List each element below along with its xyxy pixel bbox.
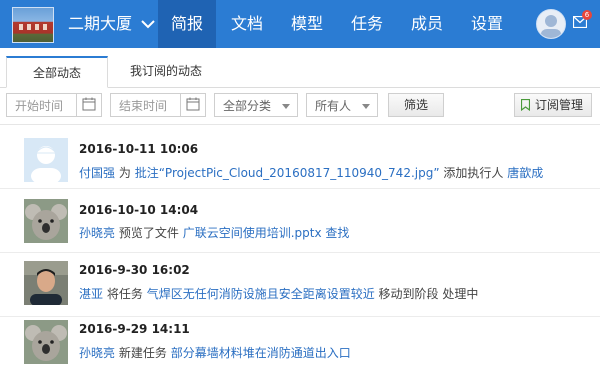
feed-description: 湛亚 将任务 气焊区无任何消防设施且安全距离设置较近 移动到阶段 处理中 <box>79 285 478 302</box>
dropdown-arrow-icon <box>282 104 290 109</box>
feed-description: 孙晓亮 新建任务 部分幕墙材料堆在消防通道出入口 <box>79 344 351 361</box>
feed-time: 2016-9-30 16:02 <box>79 263 190 277</box>
tab-all-activity[interactable]: 全部动态 <box>6 56 108 88</box>
feed-text: 添加执行人 <box>443 166 504 180</box>
koala-image <box>24 320 68 364</box>
feed-time: 2016-10-10 14:04 <box>79 203 199 217</box>
project-name[interactable]: 二期大厦 <box>68 0 132 48</box>
calendar-icon[interactable] <box>180 94 205 116</box>
filter-bar: 开始时间 结束时间 全部分类 所有人 筛选 订阅管理 <box>0 88 600 125</box>
person-avatar[interactable] <box>24 261 68 305</box>
feed-text: 新建任务 <box>118 346 167 360</box>
feed-item: 2016-10-11 10:06 付国强 为 批注“ProjectPic_Clo… <box>0 125 600 189</box>
feed-text: 移动到阶段 处理中 <box>378 287 479 301</box>
nav-briefing[interactable]: 简报 <box>158 0 216 48</box>
nav-settings[interactable]: 设置 <box>458 0 516 48</box>
top-navbar: 二期大厦 简报 文档 模型 任务 成员 设置 6 <box>0 0 600 48</box>
filter-button[interactable]: 筛选 <box>388 93 444 117</box>
koala-image <box>24 199 68 243</box>
feed-description: 孙晓亮 预览了文件 广联云空间使用培训.pptx 查找 <box>79 224 349 241</box>
feed-task-link[interactable]: 部分幕墙材料堆在消防通道出入口 <box>171 346 351 360</box>
user-avatar[interactable] <box>536 9 566 39</box>
feed-text: 将任务 <box>106 287 143 301</box>
user-icon <box>541 15 561 38</box>
dropdown-arrow-icon <box>362 104 370 109</box>
default-user-avatar[interactable] <box>24 138 68 182</box>
feed-time: 2016-10-11 10:06 <box>79 142 199 156</box>
tab-subscribed-activity[interactable]: 我订阅的动态 <box>118 56 214 86</box>
feed-item: 2016-9-30 16:02 湛亚 将任务 气焊区无任何消防设施且安全距离设置… <box>0 253 600 317</box>
activity-tabs: 全部动态 我订阅的动态 <box>0 48 600 88</box>
feed-description: 付国强 为 批注“ProjectPic_Cloud_20160817_11094… <box>79 164 543 181</box>
feed-assignee-link[interactable]: 唐歆成 <box>507 166 543 180</box>
feed-action-link[interactable]: 批注 <box>135 166 159 180</box>
feed-user-link[interactable]: 湛亚 <box>79 287 103 301</box>
feed-user-link[interactable]: 孙晓亮 <box>79 226 115 240</box>
feed-user-link[interactable]: 付国强 <box>79 166 115 180</box>
person-photo <box>24 261 68 305</box>
koala-avatar[interactable] <box>24 199 68 243</box>
feed-target-link[interactable]: “ProjectPic_Cloud_20160817_110940_742.jp… <box>159 166 440 180</box>
calendar-icon[interactable] <box>76 94 101 116</box>
start-time-placeholder: 开始时间 <box>15 99 64 113</box>
owner-value: 所有人 <box>315 99 352 113</box>
feed-user-link[interactable]: 孙晓亮 <box>79 346 115 360</box>
end-time-placeholder: 结束时间 <box>119 99 168 113</box>
user-icon <box>31 146 61 182</box>
category-select[interactable]: 全部分类 <box>214 93 298 117</box>
koala-avatar[interactable] <box>24 320 68 364</box>
nav-documents[interactable]: 文档 <box>218 0 276 48</box>
feed-target-link[interactable]: 广联云空间使用培训.pptx <box>183 226 322 240</box>
end-time-field[interactable]: 结束时间 <box>110 93 206 117</box>
category-value: 全部分类 <box>223 99 272 113</box>
project-logo[interactable] <box>12 7 54 43</box>
feed-find-link[interactable]: 查找 <box>325 226 349 240</box>
feed-time: 2016-9-29 14:11 <box>79 322 190 336</box>
nav-models[interactable]: 模型 <box>278 0 336 48</box>
feed-text: 为 <box>118 166 131 180</box>
nav-members[interactable]: 成员 <box>398 0 456 48</box>
feed-item: 2016-9-29 14:11 孙晓亮 新建任务 部分幕墙材料堆在消防通道出入口 <box>0 317 600 377</box>
feed-task-link[interactable]: 气焊区无任何消防设施且安全距离设置较近 <box>147 287 375 301</box>
bookmark-icon <box>521 99 530 111</box>
mail-badge: 6 <box>582 10 592 20</box>
nav-tasks[interactable]: 任务 <box>338 0 396 48</box>
subscription-manage-label: 订阅管理 <box>534 98 583 112</box>
feed-item: 2016-10-10 14:04 孙晓亮 预览了文件 广联云空间使用培训.ppt… <box>0 189 600 253</box>
feed-text: 预览了文件 <box>118 226 179 240</box>
start-time-field[interactable]: 开始时间 <box>6 93 102 117</box>
subscription-manage-button[interactable]: 订阅管理 <box>514 93 592 117</box>
owner-select[interactable]: 所有人 <box>306 93 378 117</box>
chevron-down-icon[interactable] <box>140 16 156 32</box>
